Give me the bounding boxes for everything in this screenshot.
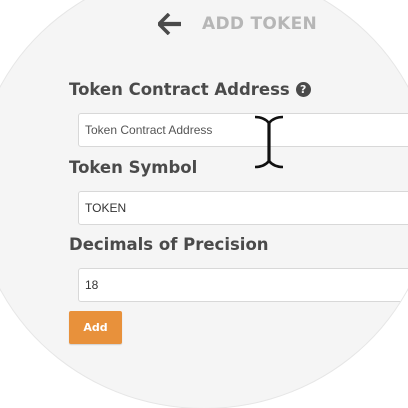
question-circle-icon[interactable]: ? <box>295 82 311 97</box>
zoom-frame: ADD TOKEN Token Contract Address ? Token… <box>0 0 408 408</box>
contract-address-label: Token Contract Address ? <box>69 80 311 99</box>
decimals-input[interactable] <box>78 268 408 302</box>
arrow-left-icon[interactable] <box>158 13 182 35</box>
magnified-view: ADD TOKEN Token Contract Address ? Token… <box>0 0 408 408</box>
token-symbol-label: Token Symbol <box>69 158 197 177</box>
add-token-panel: ADD TOKEN Token Contract Address ? Token… <box>0 0 408 408</box>
contract-address-input[interactable] <box>78 113 408 147</box>
page-header: ADD TOKEN <box>158 13 317 35</box>
add-button[interactable]: Add <box>69 311 122 344</box>
token-symbol-label-text: Token Symbol <box>69 158 198 177</box>
contract-address-label-text: Token Contract Address <box>69 80 290 99</box>
page-title: ADD TOKEN <box>202 14 318 34</box>
token-symbol-input[interactable] <box>78 191 408 225</box>
decimals-label-text: Decimals of Precision <box>69 235 269 254</box>
decimals-label: Decimals of Precision <box>69 235 269 254</box>
